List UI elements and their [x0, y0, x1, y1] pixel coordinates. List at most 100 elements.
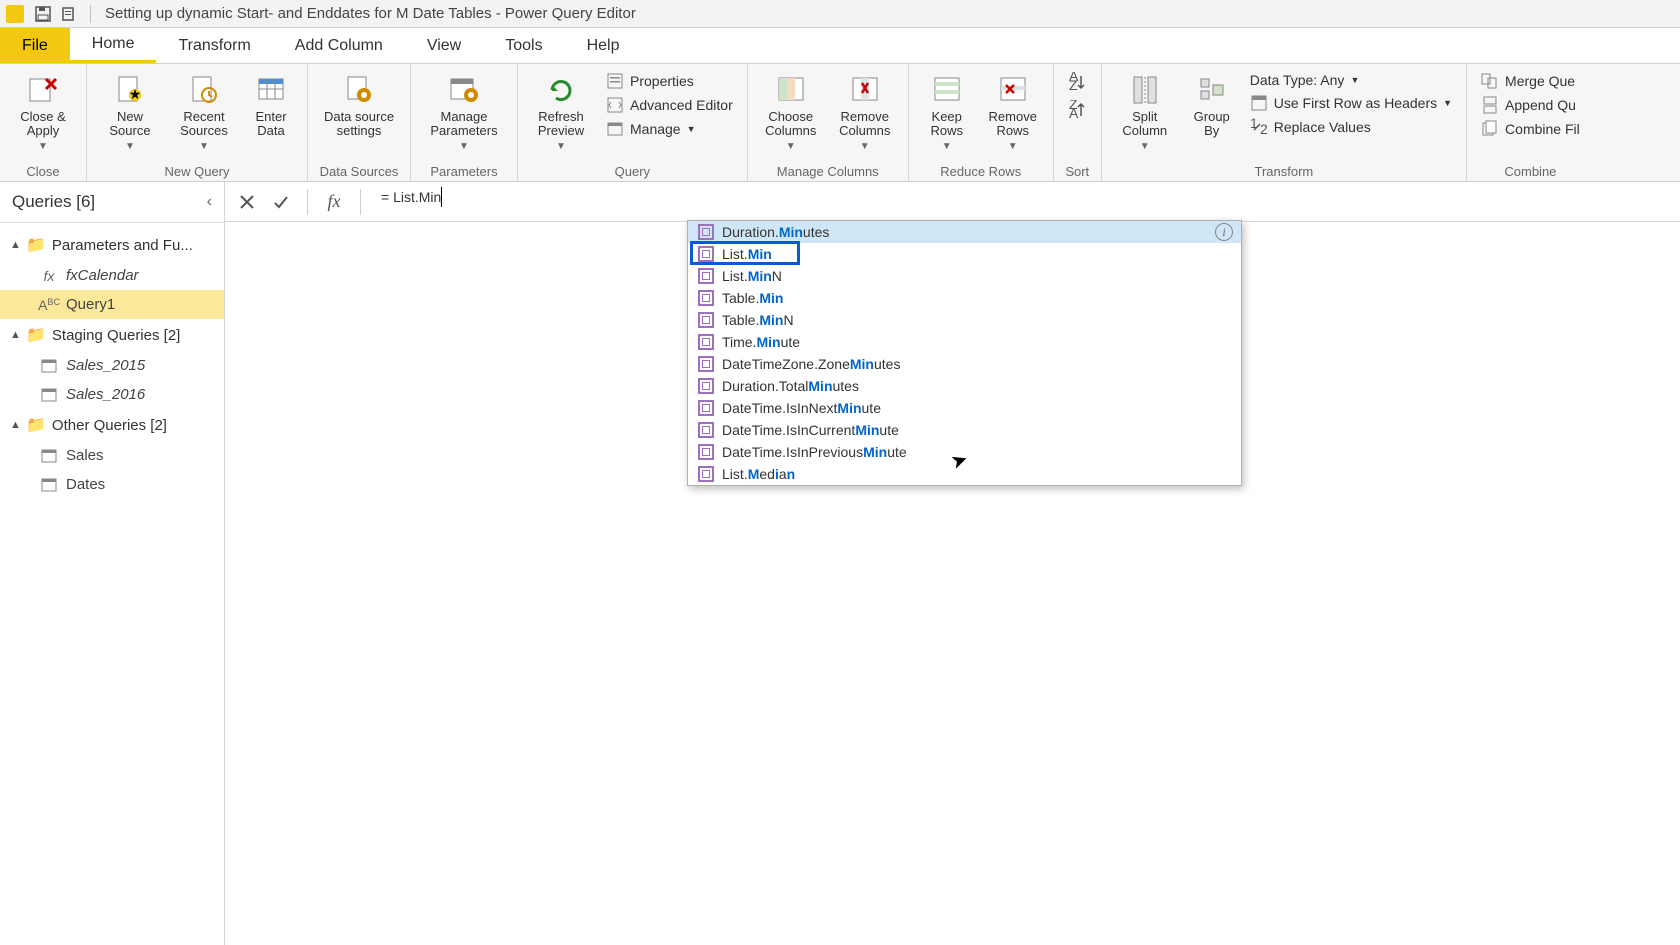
- data-type-button[interactable]: Data Type: Any ▼: [1244, 70, 1458, 90]
- autocomplete-item[interactable]: Table.Min: [688, 287, 1241, 309]
- group-by-button[interactable]: GroupBy: [1184, 70, 1240, 141]
- data-source-settings-button[interactable]: Data sourcesettings: [316, 70, 402, 141]
- autocomplete-popup: Duration.MinutesiList.MinList.MinNTable.…: [687, 220, 1242, 486]
- tab-view[interactable]: View: [405, 28, 483, 63]
- remove-columns-button[interactable]: RemoveColumns ▼: [830, 70, 900, 154]
- sort-asc-button[interactable]: AZ: [1063, 70, 1091, 94]
- refresh-preview-button[interactable]: RefreshPreview ▼: [526, 70, 596, 154]
- function-cube-icon: [698, 444, 714, 460]
- autocomplete-item[interactable]: Duration.Minutes i: [688, 221, 1241, 243]
- expand-icon: ▲: [10, 329, 20, 341]
- query-item-dates[interactable]: Dates: [0, 470, 224, 499]
- combine-files-icon: [1481, 120, 1499, 138]
- manage-parameters-icon: [447, 73, 481, 107]
- autocomplete-item[interactable]: Table.MinN: [688, 309, 1241, 331]
- tab-add-column[interactable]: Add Column: [273, 28, 405, 63]
- autocomplete-item[interactable]: DateTime.IsInCurrentMinute: [688, 419, 1241, 441]
- first-row-headers-button[interactable]: Use First Row as Headers ▼: [1244, 92, 1458, 114]
- combine-files-button[interactable]: Combine Fil: [1475, 118, 1586, 140]
- manage-button[interactable]: Manage ▼: [600, 118, 739, 140]
- tab-tools[interactable]: Tools: [483, 28, 564, 63]
- query-item-sales2016[interactable]: Sales_2016: [0, 380, 224, 409]
- enter-data-button[interactable]: EnterData: [243, 70, 299, 141]
- tab-transform[interactable]: Transform: [156, 28, 272, 63]
- remove-columns-label: RemoveColumns: [839, 110, 890, 139]
- autocomplete-text: Duration.Minutes: [722, 224, 829, 240]
- autocomplete-text: DateTime.IsInPreviousMinute: [722, 444, 907, 460]
- append-queries-button[interactable]: Append Qu: [1475, 94, 1586, 116]
- refresh-icon: [544, 73, 578, 107]
- commit-formula-button[interactable]: [267, 188, 295, 216]
- autocomplete-text: DateTime.IsInNextMinute: [722, 400, 881, 416]
- collapse-pane-button[interactable]: ‹: [207, 193, 212, 211]
- enter-data-icon: [254, 73, 288, 107]
- dropdown-caret-icon: ▼: [860, 141, 870, 152]
- function-icon: fx: [40, 268, 58, 284]
- query-group-label: Staging Queries [2]: [52, 327, 180, 344]
- formula-input[interactable]: = List.Min: [373, 187, 973, 217]
- fx-button[interactable]: fx: [320, 188, 348, 216]
- autocomplete-item[interactable]: Duration.TotalMinutes: [688, 375, 1241, 397]
- dropdown-caret-icon: ▼: [687, 124, 696, 134]
- recent-sources-button[interactable]: RecentSources ▼: [169, 70, 239, 154]
- merge-queries-button[interactable]: Merge Que: [1475, 70, 1586, 92]
- query-item-sales2015[interactable]: Sales_2015: [0, 351, 224, 380]
- info-icon[interactable]: i: [1215, 223, 1233, 241]
- new-source-button[interactable]: ★ NewSource ▼: [95, 70, 165, 154]
- folder-icon: 📁: [26, 235, 46, 255]
- keep-rows-button[interactable]: KeepRows ▼: [917, 70, 977, 154]
- query-item-sales[interactable]: Sales: [0, 441, 224, 470]
- dropdown-caret-icon: ▼: [556, 141, 566, 152]
- query-group-label: Parameters and Fu...: [52, 237, 193, 254]
- replace-values-button[interactable]: 12 Replace Values: [1244, 116, 1458, 138]
- query-group-other[interactable]: ▲ 📁 Other Queries [2]: [0, 409, 224, 441]
- sort-desc-button[interactable]: ZA: [1063, 98, 1091, 122]
- data-source-settings-label: Data sourcesettings: [324, 110, 394, 139]
- query-group-parameters[interactable]: ▲ 📁 Parameters and Fu...: [0, 229, 224, 261]
- manage-parameters-button[interactable]: ManageParameters ▼: [419, 70, 509, 154]
- function-cube-icon: [698, 224, 714, 240]
- group-label-parameters: Parameters: [419, 162, 509, 179]
- text-cursor: [441, 187, 442, 207]
- tab-home[interactable]: Home: [70, 28, 157, 63]
- autocomplete-item[interactable]: Time.Minute: [688, 331, 1241, 353]
- close-apply-button[interactable]: Close &Apply ▼: [8, 70, 78, 154]
- autocomplete-item[interactable]: DateTimeZone.ZoneMinutes: [688, 353, 1241, 375]
- query-group-staging[interactable]: ▲ 📁 Staging Queries [2]: [0, 319, 224, 351]
- autocomplete-text: Duration.TotalMinutes: [722, 378, 859, 394]
- cancel-formula-button[interactable]: [233, 188, 261, 216]
- formula-bar: fx = List.Min: [225, 182, 1680, 222]
- qat-save-button[interactable]: [32, 3, 54, 25]
- function-cube-icon: [698, 290, 714, 306]
- autocomplete-item[interactable]: DateTime.IsInNextMinute: [688, 397, 1241, 419]
- choose-columns-button[interactable]: ChooseColumns ▼: [756, 70, 826, 154]
- formula-text: List.Min: [393, 189, 441, 205]
- autocomplete-text: List.Median: [722, 466, 795, 482]
- recent-sources-label: RecentSources: [180, 110, 228, 139]
- tab-file[interactable]: File: [0, 28, 70, 63]
- ribbon-group-query: RefreshPreview ▼ Properties Advanced Edi…: [518, 64, 748, 181]
- autocomplete-text: DateTimeZone.ZoneMinutes: [722, 356, 900, 372]
- function-cube-icon: [698, 246, 714, 262]
- queries-pane-header: Queries [6] ‹: [0, 182, 224, 223]
- ribbon-group-combine: Merge Que Append Qu Combine Fil Combine: [1467, 64, 1594, 181]
- window-title: Setting up dynamic Start- and Enddates f…: [105, 5, 636, 22]
- remove-rows-icon: [996, 73, 1030, 107]
- qat-undo-button[interactable]: [58, 3, 80, 25]
- group-label-sort: Sort: [1062, 162, 1093, 179]
- tab-help[interactable]: Help: [565, 28, 642, 63]
- query-item-fxcalendar[interactable]: fx fxCalendar: [0, 261, 224, 290]
- split-column-button[interactable]: SplitColumn ▼: [1110, 70, 1180, 154]
- table-icon: [40, 448, 58, 464]
- autocomplete-item[interactable]: List.Min: [688, 243, 1241, 265]
- dropdown-caret-icon: ▼: [125, 141, 135, 152]
- autocomplete-item[interactable]: List.MinN: [688, 265, 1241, 287]
- ribbon-group-reduce-rows: KeepRows ▼ RemoveRows ▼ Reduce Rows: [909, 64, 1054, 181]
- properties-button[interactable]: Properties: [600, 70, 739, 92]
- keep-rows-icon: [930, 73, 964, 107]
- query-item-query1[interactable]: ABC Query1: [0, 290, 224, 319]
- ribbon: Close &Apply ▼ Close ★ NewSource ▼ Recen…: [0, 64, 1680, 182]
- advanced-editor-button[interactable]: Advanced Editor: [600, 94, 739, 116]
- table-icon: [40, 387, 58, 403]
- remove-rows-button[interactable]: RemoveRows ▼: [981, 70, 1045, 154]
